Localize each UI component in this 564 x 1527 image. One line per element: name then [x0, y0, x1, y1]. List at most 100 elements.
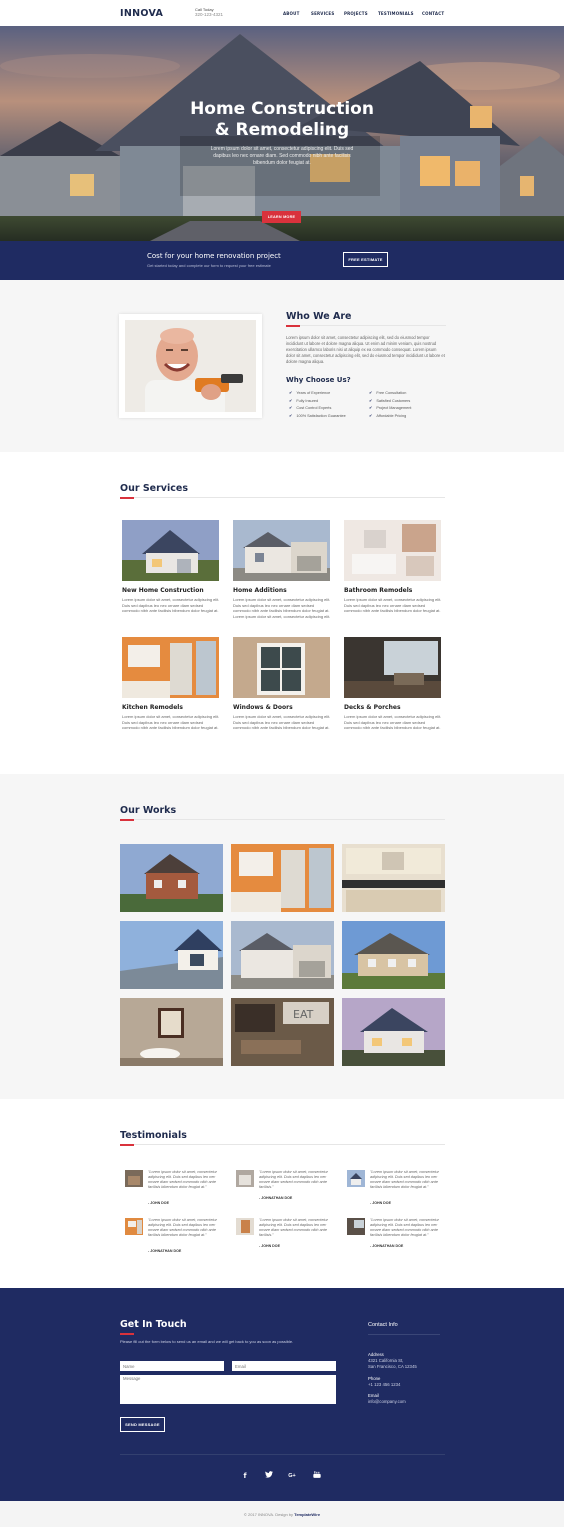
testimonial-author: - JOHNATHAN DOE	[259, 1196, 293, 1200]
facebook-icon[interactable]: f	[239, 1471, 251, 1481]
check-icon: ✔	[369, 390, 373, 395]
check-icon: ✔	[369, 397, 373, 403]
address-line1: 4321 California St,	[368, 1358, 404, 1363]
service-title: Kitchen Remodels	[122, 704, 183, 711]
testimonials-title-divider	[134, 1144, 445, 1145]
why-item: ✔ Cost Control Experts	[289, 405, 332, 410]
nav-link-testimonials[interactable]: TESTIMONIALS	[378, 11, 414, 16]
hero-section: Home Construction & Remodeling Lorem ips…	[0, 26, 564, 241]
address-label: Address	[368, 1352, 384, 1357]
name-field[interactable]	[120, 1361, 224, 1371]
who-we-are-section: Who We Are Lorem ipsum dolor sit amet, c…	[0, 280, 564, 452]
send-message-button[interactable]: SEND MESSAGE	[120, 1417, 165, 1432]
check-icon: ✔	[289, 412, 293, 418]
learn-more-button[interactable]: LEARN MORE	[262, 211, 301, 223]
footer-copyright: © 2017 INNOVA. Design by TemplateWire	[0, 1512, 564, 1517]
phone-value[interactable]: +1 123 456 1234	[368, 1382, 400, 1388]
testimonial-author: - JOHNATHAN DOE	[148, 1249, 182, 1253]
who-title-underline	[286, 325, 300, 327]
email-field[interactable]	[232, 1361, 336, 1371]
contact-title-underline	[120, 1333, 134, 1335]
testimonial-author: - JOHN DOE	[259, 1244, 280, 1248]
service-text: Lorem ipsum dolor sit amet, consectetur …	[344, 714, 442, 731]
why-item: ✔ Free Consultation	[369, 390, 407, 395]
why-item: ✔ Fully Insured	[289, 397, 319, 403]
contact-title: Get In Touch	[120, 1319, 187, 1330]
testimonial-quote: "Lorem ipsum dolor sit amet, consectetur…	[259, 1170, 328, 1189]
why-choose-us-title: Why Choose Us?	[286, 376, 351, 384]
work-thumbnail[interactable]	[342, 998, 445, 1066]
call-phone-number[interactable]: 320-123-4321	[195, 12, 223, 17]
service-title: Bathroom Remodels	[344, 587, 413, 594]
testimonial-avatar	[347, 1170, 365, 1187]
work-thumbnail[interactable]	[231, 921, 334, 989]
why-item: ✔ 100% Satisfaction Guarantee	[289, 412, 346, 418]
youtube-icon[interactable]	[311, 1471, 323, 1482]
nav-link-about[interactable]: ABOUT	[283, 11, 300, 16]
works-title: Our Works	[120, 805, 177, 816]
message-field[interactable]	[120, 1375, 336, 1404]
testimonial-quote: "Lorem ipsum dolor sit amet, consectetur…	[259, 1218, 328, 1237]
check-icon: ✔	[369, 405, 373, 410]
testimonial-author: - JOHN DOE	[148, 1201, 169, 1205]
service-text: Lorem ipsum dolor sit amet, consectetur …	[122, 714, 220, 731]
testimonials-title: Testimonials	[120, 1130, 187, 1141]
nav-link-contact[interactable]: CONTACT	[422, 11, 444, 16]
why-item: ✔ Years of Experience	[289, 390, 331, 395]
testimonial-author: - JOHN DOE	[370, 1201, 391, 1205]
service-image	[233, 637, 330, 698]
contact-info-divider	[368, 1334, 440, 1335]
designer-link[interactable]: TemplateWire	[294, 1512, 320, 1517]
email-value[interactable]: info@company.com	[368, 1399, 406, 1405]
contact-section: Get In Touch Please fill out the form be…	[0, 1288, 564, 1501]
why-list-left: ✔ Years of Experience ✔ Fully Insured ✔ Cos…	[289, 389, 369, 419]
work-thumbnail[interactable]	[342, 921, 445, 989]
services-title: Our Services	[120, 483, 188, 494]
hero-title-line2: & Remodeling	[214, 120, 350, 140]
service-title: Decks & Porches	[344, 704, 401, 711]
work-thumbnail[interactable]	[231, 844, 334, 912]
work-thumbnail[interactable]	[120, 921, 223, 989]
address-line2: San Francisco, CA 12345	[368, 1364, 417, 1369]
twitter-icon[interactable]	[263, 1471, 275, 1482]
why-item: ✔ Satisfied Customers	[369, 397, 411, 403]
why-item: ✔ Project Management	[369, 405, 412, 410]
work-thumbnail[interactable]	[120, 998, 223, 1066]
estimate-banner: Cost for your home renovation project Ge…	[0, 241, 564, 280]
testimonial-author: - JOHNATHAN DOE	[370, 1244, 404, 1248]
contact-info-title: Contact Info	[368, 1322, 398, 1328]
phone-label: Phone	[368, 1376, 381, 1381]
services-title-divider	[134, 497, 445, 498]
service-text: Lorem ipsum dolor sit amet, consectetur …	[344, 597, 442, 614]
work-thumbnail[interactable]: EAT	[231, 998, 334, 1066]
nav-link-projects[interactable]: PROJECTS	[344, 11, 368, 16]
check-icon: ✔	[289, 397, 293, 403]
testimonial-quote: "Lorem ipsum dolor sit amet, consectetur…	[370, 1218, 439, 1237]
testimonial-avatar	[347, 1218, 365, 1235]
email-label: Email	[368, 1393, 379, 1398]
work-thumbnail[interactable]	[342, 844, 445, 912]
google-plus-icon[interactable]: G+	[286, 1471, 298, 1481]
svg-text:EAT: EAT	[293, 1008, 314, 1021]
why-list-right: ✔ Free Consultation ✔ Satisfied Customers …	[369, 389, 449, 419]
works-title-underline	[120, 819, 134, 821]
free-estimate-button[interactable]: FREE ESTIMATE	[343, 252, 388, 267]
our-works-section: Our Works EAT	[0, 774, 564, 1099]
service-title: New Home Construction	[122, 587, 204, 594]
testimonial-avatar	[125, 1218, 143, 1235]
who-title-divider	[300, 325, 446, 326]
services-section: Our Services New Home Construction Lorem…	[0, 452, 564, 774]
work-thumbnail[interactable]	[120, 844, 223, 912]
site-logo[interactable]: INNOVA	[120, 8, 163, 19]
testimonials-title-underline	[120, 1144, 134, 1146]
service-image	[122, 637, 219, 698]
service-image	[344, 520, 441, 581]
service-text: Lorem ipsum dolor sit amet, consectetur …	[233, 714, 331, 731]
who-we-are-text: Lorem ipsum dolor sit amet, consectetur …	[286, 335, 445, 364]
top-navbar: INNOVA Call Today 320-123-4321 ABOUT SER…	[0, 0, 564, 26]
nav-link-services[interactable]: SERVICES	[311, 11, 334, 16]
testimonials-section: Testimonials "Lorem ipsum dolor sit amet…	[0, 1099, 564, 1288]
who-we-are-title: Who We Are	[286, 311, 352, 322]
copyright-text: © 2017 INNOVA. Design by	[243, 1512, 294, 1517]
check-icon: ✔	[289, 390, 293, 395]
